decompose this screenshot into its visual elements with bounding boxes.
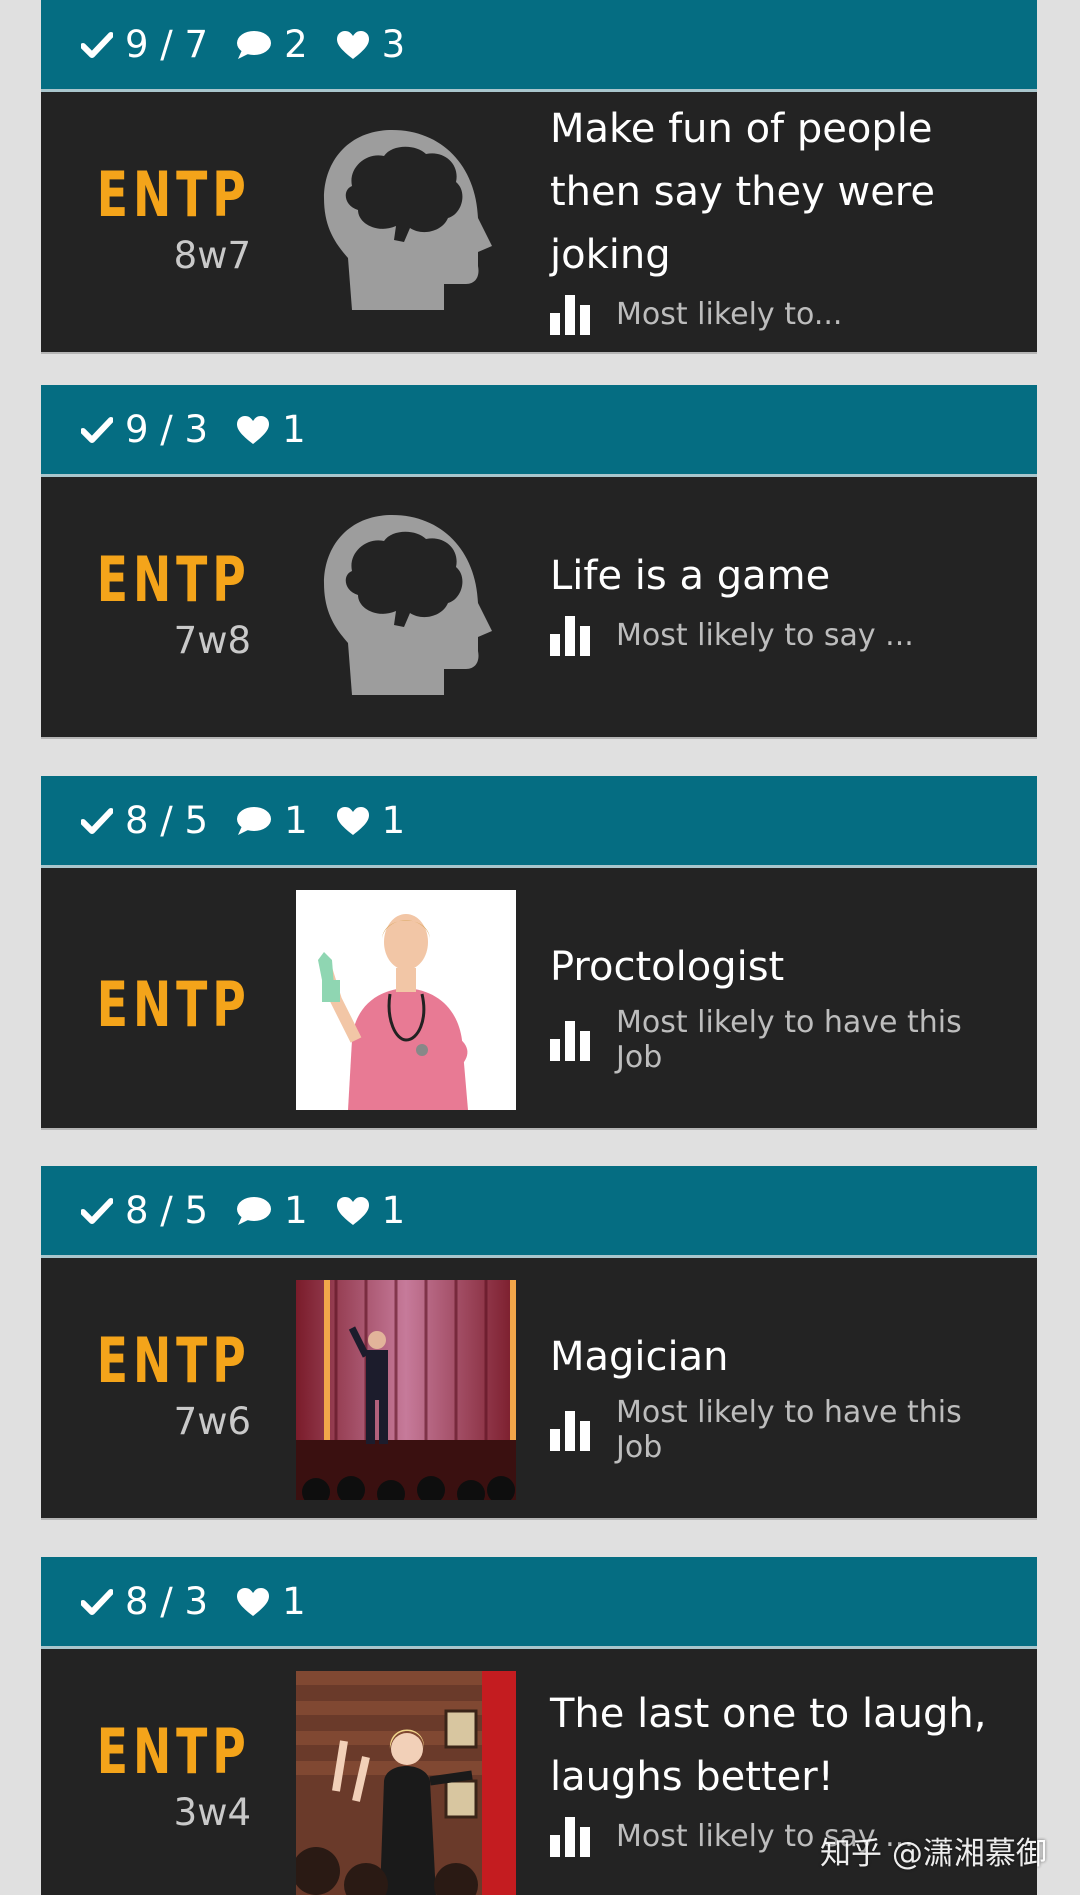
like-count: 3 <box>381 23 406 66</box>
agree-stat[interactable]: 9 / 3 <box>81 408 208 451</box>
category-row[interactable]: Most likely to have this Job <box>550 1005 1007 1075</box>
like-stat[interactable]: 3 <box>336 23 406 66</box>
agree-stat[interactable]: 8 / 5 <box>81 1189 208 1232</box>
category-label: Most likely to have this Job <box>616 1395 962 1465</box>
heart-icon <box>237 415 270 444</box>
personality-type: ENTP <box>97 968 251 1041</box>
text-block: Magician Most likely to have this Job <box>550 1326 1007 1518</box>
agree-count: 9 / 7 <box>125 23 209 66</box>
comment-count: 1 <box>284 1189 308 1232</box>
personality-type: ENTP <box>97 158 251 231</box>
bar-chart-icon <box>550 295 590 335</box>
like-stat[interactable]: 1 <box>336 799 406 842</box>
bar-chart-icon <box>550 1021 590 1061</box>
agree-stat[interactable]: 8 / 3 <box>81 1580 208 1623</box>
bar-chart-icon <box>550 1817 590 1857</box>
check-icon <box>81 807 113 834</box>
brain-head-icon <box>296 114 516 334</box>
bar-chart-icon <box>550 616 590 656</box>
type-block: ENTP 8w7 <box>41 92 251 352</box>
comment-count: 1 <box>284 799 308 842</box>
comment-icon <box>237 1196 272 1225</box>
category-row[interactable]: Most likely to have this Job <box>550 1395 1007 1465</box>
card-body: ENTP Proctologist Most likely to have th… <box>41 868 1037 1130</box>
watermark: 知乎 @潇湘慕御 <box>820 1836 1047 1872</box>
agree-stat[interactable]: 9 / 7 <box>81 23 208 66</box>
text-block: Life is a game Most likely to say ... <box>550 545 1007 737</box>
like-count: 1 <box>381 1189 406 1232</box>
card-header: 9 / 7 2 3 <box>41 0 1037 92</box>
text-block: Make fun of people then say they were jo… <box>550 98 1007 352</box>
agree-count: 8 / 5 <box>125 1189 209 1232</box>
heart-icon <box>237 1587 270 1616</box>
type-block: ENTP <box>41 868 251 1128</box>
check-icon <box>81 416 113 443</box>
category-label: Most likely to say ... <box>616 617 914 653</box>
category-label: Most likely to have this Job <box>616 1005 962 1075</box>
agree-count: 9 / 3 <box>125 408 209 451</box>
card-body: ENTP 8w7 Make fun of people then say the… <box>41 92 1037 354</box>
text-block: Proctologist Most likely to have this Jo… <box>550 936 1007 1128</box>
comment-icon <box>237 806 272 835</box>
like-count: 1 <box>282 408 306 451</box>
brain-head-icon <box>296 499 516 719</box>
card-title[interactable]: Magician <box>550 1326 1007 1389</box>
enneagram-wing: 3w4 <box>173 1791 251 1834</box>
category-row[interactable]: Most likely to... <box>550 293 1007 335</box>
agree-stat[interactable]: 8 / 5 <box>81 799 208 842</box>
type-block: ENTP 7w6 <box>41 1258 251 1518</box>
like-stat[interactable]: 1 <box>236 408 306 451</box>
check-icon <box>81 1588 113 1615</box>
card-1[interactable]: 9 / 7 2 3 ENTP 8w7 Make fun of people th… <box>41 0 1037 354</box>
agree-count: 8 / 5 <box>125 799 209 842</box>
category-row[interactable]: Most likely to say ... <box>550 614 1007 656</box>
card-title[interactable]: Make fun of people then say they were jo… <box>550 98 1007 287</box>
heart-icon <box>336 1196 369 1225</box>
personality-type: ENTP <box>97 543 251 616</box>
card-header: 8 / 3 1 <box>41 1557 1037 1649</box>
comment-stat[interactable]: 1 <box>236 1189 308 1232</box>
card-header: 8 / 5 1 1 <box>41 1166 1037 1258</box>
card-2[interactable]: 9 / 3 1 ENTP 7w8 Life is a game Most lik… <box>41 385 1037 739</box>
comment-stat[interactable]: 1 <box>236 799 308 842</box>
type-block: ENTP 7w8 <box>41 477 251 737</box>
like-count: 1 <box>282 1580 306 1623</box>
comment-stat[interactable]: 2 <box>236 23 308 66</box>
card-header: 9 / 3 1 <box>41 385 1037 477</box>
card-3[interactable]: 8 / 5 1 1 ENTP Proctologist Most likely … <box>41 776 1037 1130</box>
bar-chart-icon <box>550 1411 590 1451</box>
heart-icon <box>336 30 369 59</box>
comedy-club-photo <box>296 1671 516 1895</box>
type-block: ENTP 3w4 <box>41 1649 251 1895</box>
comment-count: 2 <box>284 23 308 66</box>
like-stat[interactable]: 1 <box>236 1580 306 1623</box>
personality-type: ENTP <box>97 1324 251 1397</box>
card-title[interactable]: The last one to laugh, laughs better! <box>550 1683 1007 1809</box>
enneagram-wing: 8w7 <box>173 234 251 277</box>
enneagram-wing: 7w6 <box>173 1400 251 1443</box>
magician-stage-photo <box>296 1280 516 1500</box>
comment-icon <box>237 30 272 59</box>
nurse-photo <box>296 890 516 1110</box>
card-body: ENTP 7w6 Magician Most likely to have th… <box>41 1258 1037 1520</box>
personality-type: ENTP <box>97 1715 251 1788</box>
agree-count: 8 / 3 <box>125 1580 209 1623</box>
category-label: Most likely to... <box>616 296 843 332</box>
like-count: 1 <box>381 799 406 842</box>
check-icon <box>81 31 113 58</box>
card-header: 8 / 5 1 1 <box>41 776 1037 868</box>
card-title[interactable]: Life is a game <box>550 545 1007 608</box>
heart-icon <box>336 806 369 835</box>
enneagram-wing: 7w8 <box>173 619 251 662</box>
card-body: ENTP 7w8 Life is a game Most likely to s… <box>41 477 1037 739</box>
like-stat[interactable]: 1 <box>336 1189 406 1232</box>
check-icon <box>81 1197 113 1224</box>
card-title[interactable]: Proctologist <box>550 936 1007 999</box>
card-4[interactable]: 8 / 5 1 1 ENTP 7w6 Magician Most likely … <box>41 1166 1037 1520</box>
